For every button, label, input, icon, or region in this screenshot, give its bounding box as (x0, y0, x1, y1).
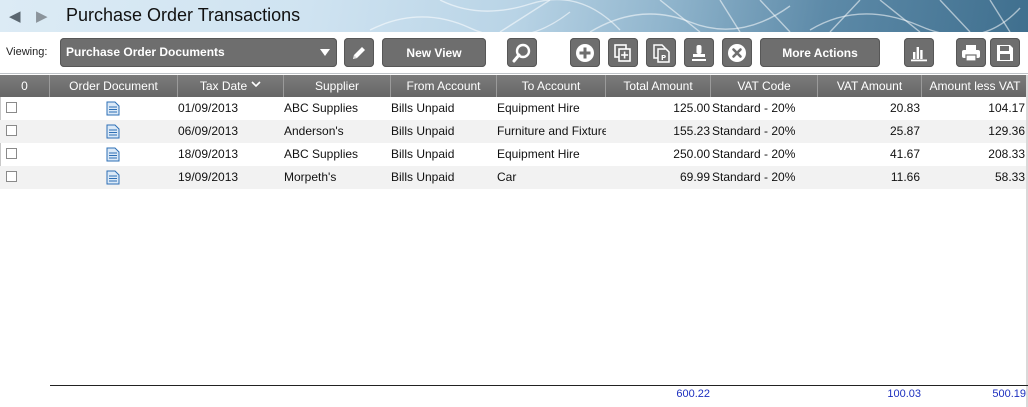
table-row[interactable]: 06/09/2013 Anderson's Bills Unpaid Furni… (0, 120, 1028, 143)
cell-supplier: Anderson's (284, 124, 344, 138)
cell-from-account: Bills Unpaid (391, 124, 455, 138)
save-button[interactable] (990, 38, 1020, 67)
page-title: Purchase Order Transactions (66, 5, 301, 25)
document-icon[interactable] (106, 147, 120, 162)
table-row[interactable]: 19/09/2013 Morpeth's Bills Unpaid Car 69… (0, 166, 1028, 189)
column-header-to-account[interactable]: To Account (497, 75, 606, 97)
grid-header: 0 Order Document Tax Date Supplier From … (0, 75, 1028, 97)
row-checkbox[interactable] (6, 148, 17, 159)
cell-to-account: Furniture and Fixture (497, 124, 606, 138)
row-checkbox[interactable] (6, 171, 17, 182)
column-header-tax-date-label: Tax Date (199, 79, 248, 93)
cell-amount-less-vat: 208.33 (988, 147, 1025, 161)
cell-vat-code: Standard - 20% (712, 101, 796, 115)
cell-to-account: Equipment Hire (497, 101, 580, 115)
cell-from-account: Bills Unpaid (391, 170, 455, 184)
cell-amount-less-vat: 129.36 (988, 124, 1025, 138)
cell-tax-date: 18/09/2013 (178, 147, 239, 161)
stamp-button[interactable] (684, 38, 714, 67)
cell-supplier: ABC Supplies (284, 101, 359, 115)
cell-vat-code: Standard - 20% (712, 147, 796, 161)
document-properties-button[interactable]: P (646, 38, 676, 67)
stamp-icon (692, 44, 706, 61)
duplicate-icon (614, 43, 631, 62)
column-header-select[interactable]: 0 (0, 75, 50, 97)
add-button[interactable] (570, 38, 600, 67)
cell-total-amount: 69.99 (679, 170, 710, 184)
toolbar: Viewing: Purchase Order Documents New Vi… (0, 32, 1028, 74)
chart-button[interactable] (904, 38, 934, 67)
cell-total-amount: 250.00 (673, 147, 710, 161)
duplicate-button[interactable] (608, 38, 638, 67)
cell-amount-less-vat: 104.17 (988, 101, 1025, 115)
cell-total-amount: 125.00 (673, 101, 710, 115)
title-bar-texture (369, 0, 1021, 32)
column-header-order-document[interactable]: Order Document (50, 75, 178, 97)
cell-supplier: Morpeth's (284, 170, 337, 184)
cell-vat-amount: 20.83 (889, 101, 920, 115)
column-header-from-account[interactable]: From Account (391, 75, 497, 97)
forward-arrow-icon[interactable]: ▶ (36, 8, 52, 24)
amount-less-vat-sum: 500.19 (992, 388, 1026, 400)
column-header-vat-code[interactable]: VAT Code (711, 75, 818, 97)
cell-from-account: Bills Unpaid (391, 147, 455, 161)
cell-vat-amount: 25.87 (889, 124, 920, 138)
column-header-tax-date[interactable]: Tax Date (178, 75, 284, 97)
add-icon (576, 43, 594, 62)
column-header-total-amount[interactable]: Total Amount (606, 75, 711, 97)
cell-tax-date: 06/09/2013 (178, 124, 239, 138)
viewing-label: Viewing: (6, 46, 48, 58)
document-icon[interactable] (106, 101, 120, 116)
totals-divider (50, 385, 1028, 386)
cell-vat-code: Standard - 20% (712, 170, 796, 184)
row-checkbox[interactable] (6, 125, 17, 136)
title-bar: ◀ ▶ Purchase Order Transactions (0, 0, 1028, 32)
cell-vat-code: Standard - 20% (712, 124, 796, 138)
edit-pencil-icon (353, 46, 365, 59)
cell-vat-amount: 41.67 (889, 147, 920, 161)
print-icon (962, 44, 980, 62)
sort-descending-icon (251, 81, 261, 88)
cell-amount-less-vat: 58.33 (994, 170, 1025, 184)
view-dropdown[interactable]: Purchase Order Documents (60, 38, 337, 67)
search-button[interactable] (507, 38, 537, 67)
table-row[interactable]: 01/09/2013 ABC Supplies Bills Unpaid Equ… (0, 97, 1028, 120)
document-icon[interactable] (106, 124, 120, 139)
cell-total-amount: 155.23 (673, 124, 710, 138)
print-button[interactable] (956, 38, 986, 67)
column-header-supplier[interactable]: Supplier (284, 75, 391, 97)
view-dropdown-value: Purchase Order Documents (66, 45, 225, 59)
cell-to-account: Car (497, 170, 517, 184)
edit-view-button[interactable] (344, 38, 374, 67)
total-amount-sum: 600.22 (676, 388, 710, 400)
chevron-down-icon (320, 49, 330, 56)
search-icon (512, 43, 531, 62)
delete-button[interactable] (722, 38, 752, 67)
new-view-button[interactable]: New View (382, 38, 486, 67)
delete-icon (728, 43, 746, 62)
chart-icon (911, 46, 927, 61)
cell-from-account: Bills Unpaid (391, 101, 455, 115)
save-icon (997, 44, 1013, 61)
column-header-vat-amount[interactable]: VAT Amount (818, 75, 922, 97)
svg-text:P: P (661, 54, 666, 62)
document-properties-icon: P (653, 43, 670, 63)
cell-tax-date: 19/09/2013 (178, 170, 239, 184)
cell-tax-date: 01/09/2013 (178, 101, 239, 115)
column-header-amount-less-vat[interactable]: Amount less VAT (922, 75, 1028, 97)
cell-supplier: ABC Supplies (284, 147, 359, 161)
cell-to-account: Equipment Hire (497, 147, 580, 161)
row-checkbox[interactable] (6, 102, 17, 113)
vat-amount-sum: 100.03 (887, 388, 921, 400)
cell-vat-amount: 11.66 (890, 170, 920, 184)
back-arrow-icon[interactable]: ◀ (9, 8, 25, 24)
table-row[interactable]: 18/09/2013 ABC Supplies Bills Unpaid Equ… (0, 143, 1028, 166)
document-icon[interactable] (106, 170, 120, 185)
more-actions-button[interactable]: More Actions (760, 38, 880, 67)
